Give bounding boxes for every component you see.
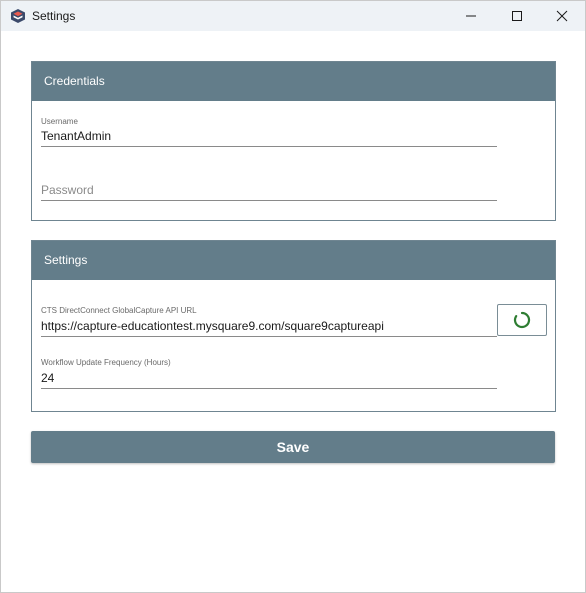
api-url-field[interactable]: CTS DirectConnect GlobalCapture API URL …	[41, 306, 497, 337]
username-field[interactable]: Username TenantAdmin	[41, 117, 497, 147]
credentials-header: Credentials	[32, 62, 555, 101]
refresh-circle-icon	[513, 311, 531, 329]
maximize-button[interactable]	[494, 1, 540, 31]
api-url-input[interactable]: https://capture-educationtest.mysquare9.…	[41, 319, 497, 337]
credentials-panel: Credentials Username TenantAdmin Passwor…	[31, 61, 556, 221]
username-input[interactable]: TenantAdmin	[41, 129, 497, 147]
frequency-field[interactable]: Workflow Update Frequency (Hours) 24	[41, 358, 497, 389]
minimize-button[interactable]	[448, 1, 494, 31]
frequency-input[interactable]: 24	[41, 371, 497, 389]
settings-header: Settings	[32, 241, 555, 280]
password-input[interactable]: Password	[41, 183, 497, 201]
close-icon	[556, 10, 568, 22]
window-title: Settings	[32, 9, 76, 23]
maximize-icon	[512, 11, 522, 21]
title-bar[interactable]: Settings	[1, 1, 585, 31]
close-button[interactable]	[539, 1, 585, 31]
api-url-label: CTS DirectConnect GlobalCapture API URL	[41, 306, 197, 315]
test-connection-button[interactable]	[497, 304, 547, 336]
password-field[interactable]: Password	[41, 183, 497, 201]
app-logo-icon	[10, 8, 26, 24]
frequency-label: Workflow Update Frequency (Hours)	[41, 358, 171, 367]
minimize-icon	[466, 15, 476, 17]
save-button[interactable]: Save	[31, 431, 555, 463]
settings-window: Settings Credentials Username TenantAdmi…	[0, 0, 586, 593]
settings-panel: Settings CTS DirectConnect GlobalCapture…	[31, 240, 556, 412]
username-label: Username	[41, 117, 78, 126]
